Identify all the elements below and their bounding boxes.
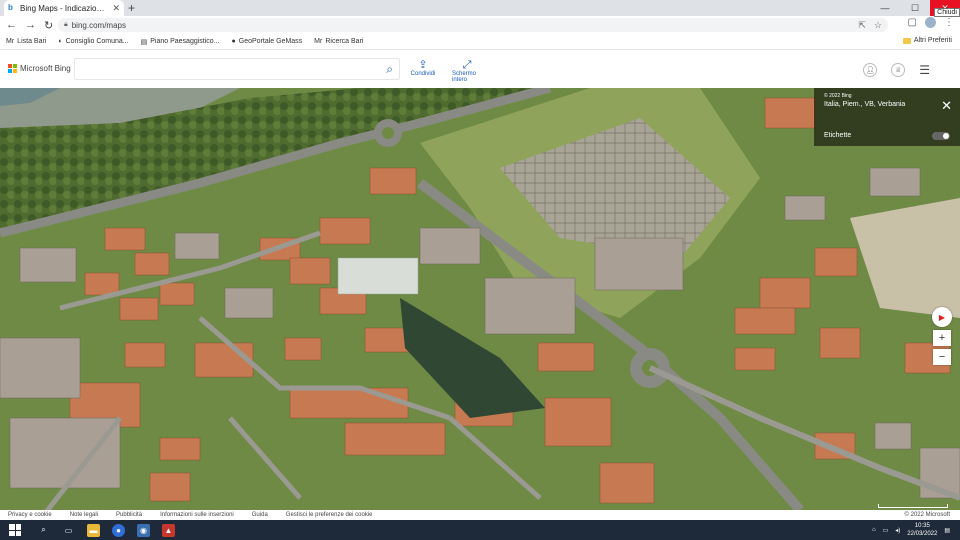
footer-link[interactable]: Note legali: [70, 512, 98, 518]
footer-link[interactable]: Guida: [252, 512, 268, 518]
footer-link[interactable]: Pubblicità: [116, 512, 142, 518]
system-tray: ⌂ ▭ ◂) 10:35 22/03/2022 ▤: [872, 522, 950, 538]
back-arrow-icon[interactable]: ←: [6, 19, 17, 32]
aerial-imagery: [0, 88, 960, 510]
lock-icon: 🔒︎: [64, 21, 68, 28]
menu-dots-icon[interactable]: ⋮: [944, 17, 954, 28]
search-input[interactable]: ⌕: [74, 58, 400, 80]
bing-footer: Privacy e cookie Note legali Pubblicità …: [0, 510, 960, 520]
bookmark-item[interactable]: Mr Ricerca Bari: [314, 38, 363, 45]
scale-bar: [878, 504, 948, 508]
share-icon: ⇪: [418, 59, 428, 71]
close-tooltip: Chiudi: [934, 8, 960, 17]
fullscreen-icon: ⤢: [462, 59, 472, 71]
bookmark-icon: Mr: [6, 38, 15, 45]
footer-link[interactable]: Informazioni sulle inserzioni: [160, 512, 234, 518]
close-panel-icon[interactable]: ✕: [941, 98, 952, 114]
people-icon[interactable]: ⌂: [872, 527, 876, 533]
search-icon[interactable]: ⌕: [37, 524, 50, 537]
url-text: bing.com/maps: [71, 20, 126, 30]
bookmarks-bar: Mr Lista Bari ◐ Consiglio Comuna... ▤ Piano…: [0, 34, 960, 50]
volume-icon[interactable]: ◂): [895, 527, 900, 534]
folder-icon: [902, 38, 911, 44]
windows-start-icon[interactable]: [9, 524, 21, 536]
aerial-map[interactable]: © 2022 Bing Italia, Piem., VB, Verbania …: [0, 88, 960, 510]
reload-icon[interactable]: ↻: [44, 19, 53, 32]
star-icon[interactable]: ☆: [874, 20, 882, 31]
map-info-panel: © 2022 Bing Italia, Piem., VB, Verbania …: [814, 88, 960, 146]
other-favorites[interactable]: Altri Preferiti: [902, 37, 952, 44]
open-in-app-icon[interactable]: ⇱: [858, 20, 866, 31]
clock[interactable]: 10:35 22/03/2022: [907, 522, 937, 538]
share-button[interactable]: ⇪ Condividi: [408, 59, 438, 83]
url-field[interactable]: 🔒︎ bing.com/maps ⇱ ☆: [58, 18, 888, 32]
hamburger-menu-icon[interactable]: ☰: [919, 63, 930, 77]
bookmark-item[interactable]: ● GeoPortale GeMass: [232, 38, 303, 45]
task-view-icon[interactable]: ▭: [62, 524, 75, 537]
footer-link[interactable]: Gestisci le preferenze dei cookie: [286, 512, 373, 518]
bing-favicon-icon: b: [8, 3, 13, 12]
search-icon[interactable]: ⌕: [386, 62, 393, 77]
minimize-button[interactable]: —: [870, 0, 900, 16]
bookmark-icon: ▤: [140, 38, 148, 46]
forward-arrow-icon[interactable]: →: [25, 19, 36, 32]
tab-close-icon[interactable]: ✕: [112, 3, 120, 14]
bookmark-item[interactable]: ▤ Piano Paesaggistico...: [141, 38, 220, 46]
fullscreen-button[interactable]: ⤢ Schermo intero: [452, 59, 482, 83]
file-explorer-icon[interactable]: ▬: [87, 523, 100, 537]
compass-icon[interactable]: ▶: [932, 307, 952, 327]
profile-avatar[interactable]: [925, 17, 936, 28]
maximize-button[interactable]: ☐: [900, 0, 930, 16]
microsoft-logo-icon: [8, 64, 17, 73]
footer-link[interactable]: Privacy e cookie: [8, 512, 52, 518]
zoom-in-button[interactable]: +: [933, 330, 951, 346]
bing-logo[interactable]: Microsoft Bing: [8, 64, 71, 73]
bookmark-icon: ◐: [58, 38, 63, 45]
extensions-icon[interactable]: ▢: [908, 17, 917, 28]
bookmark-icon: ●: [231, 38, 236, 45]
labels-toggle-label: Etichette: [824, 132, 852, 139]
browser-tab-bar: b Bing Maps - Indicazioni, pianif... ✕ +…: [0, 0, 960, 17]
bing-header: Microsoft Bing ⌕ ⇪ Condividi ⤢ Schermo i…: [0, 51, 960, 88]
footer-copyright: © 2022 Microsoft: [904, 512, 950, 518]
bookmark-item[interactable]: Mr Lista Bari: [6, 38, 46, 45]
tab-title: Bing Maps - Indicazioni, pianif...: [20, 3, 108, 13]
new-tab-button[interactable]: +: [128, 1, 135, 15]
imagery-copyright: © 2022 Bing: [824, 93, 852, 99]
browser-tab[interactable]: b Bing Maps - Indicazioni, pianif... ✕: [4, 0, 124, 16]
network-icon[interactable]: ▭: [883, 527, 889, 534]
bookmark-icon: Mr: [314, 38, 323, 45]
bookmark-item[interactable]: ◐ Consiglio Comuna...: [58, 38, 128, 45]
account-icon[interactable]: 👤︎: [863, 63, 878, 77]
map-controls: ▶ + −: [932, 307, 952, 365]
location-label: Italia, Piem., VB, Verbania: [824, 101, 906, 108]
chrome-icon[interactable]: ●: [112, 523, 125, 537]
acrobat-icon[interactable]: ▲: [162, 523, 175, 537]
zoom-out-button[interactable]: −: [933, 349, 951, 365]
address-bar-row: ← → ↻ 🔒︎ bing.com/maps ⇱ ☆ ▢ ⋮: [0, 16, 960, 34]
labels-toggle[interactable]: [932, 132, 950, 140]
windows-taskbar: ⌕ ▭ ▬ ● ◉ ▲ ⌂ ▭ ◂) 10:35 22/03/2022 ▤: [0, 520, 960, 540]
outlook-icon[interactable]: ◉: [137, 523, 150, 537]
rewards-icon[interactable]: ♕: [891, 63, 906, 77]
notifications-icon[interactable]: ▤: [944, 527, 950, 534]
